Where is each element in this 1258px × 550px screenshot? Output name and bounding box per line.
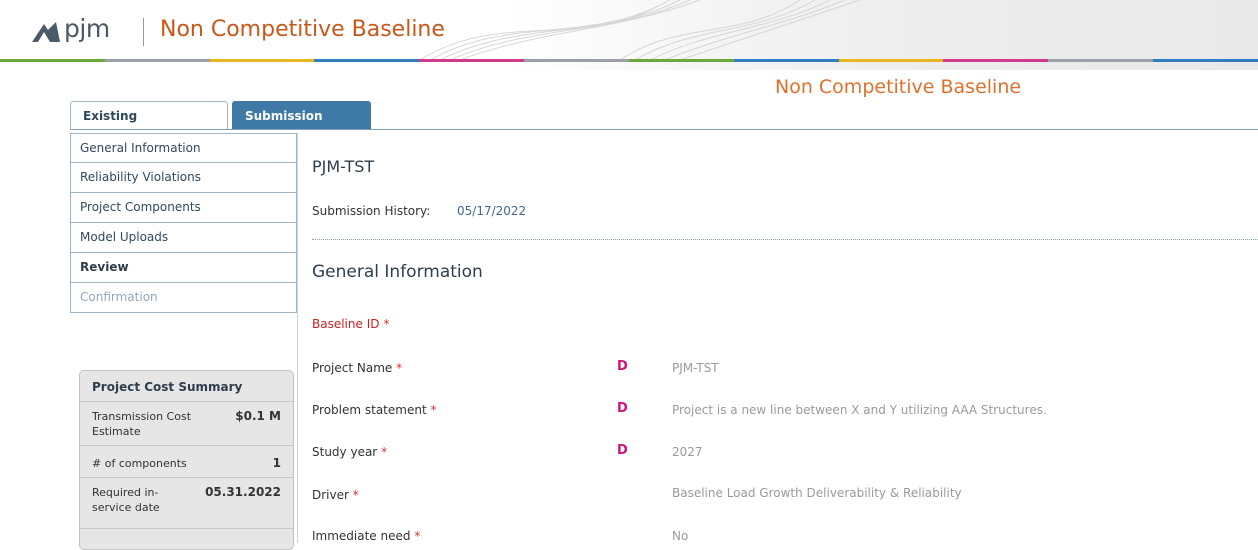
color-bar-segment — [733, 59, 839, 62]
required-mark: * — [383, 317, 390, 331]
field-label-immediate-need: Immediate need * — [312, 529, 420, 543]
field-label-text: Driver — [312, 488, 349, 502]
field-value-study-year: 2027 — [672, 445, 703, 459]
required-mark: * — [381, 445, 388, 459]
tab-submission-form[interactable]: Submission Form — [232, 101, 371, 151]
field-value-driver: Baseline Load Growth Deliverability & Re… — [672, 486, 962, 500]
color-bar-segment — [628, 59, 734, 62]
section-separator — [312, 239, 1258, 240]
submission-history-label: Submission History: — [312, 204, 431, 218]
cost-label: Required in-service date — [92, 486, 160, 514]
required-mark: * — [352, 488, 359, 502]
cost-summary-title: Project Cost Summary — [92, 380, 243, 394]
nav-item-reliability-violations[interactable]: Reliability Violations — [70, 163, 297, 193]
field-label-text: Project Name — [312, 361, 393, 375]
nav-item-review[interactable]: Review — [70, 253, 297, 283]
submission-history-date[interactable]: 05/17/2022 — [457, 204, 526, 218]
project-title: PJM-TST — [312, 157, 375, 176]
field-label-text: Problem statement — [312, 403, 427, 417]
color-bar-segment — [104, 59, 210, 62]
header-color-bar — [0, 59, 1258, 62]
color-bar-segment — [0, 59, 105, 62]
pjm-logo-icon — [32, 22, 60, 42]
cost-value: $0.1 M — [235, 409, 281, 423]
section-title: General Information — [312, 262, 483, 282]
required-mark: * — [414, 529, 421, 543]
nav-item-general-information[interactable]: General Information — [70, 133, 297, 163]
tab-existing-submissions[interactable]: Existing Submissions — [70, 101, 228, 151]
side-nav: General Information Reliability Violatio… — [70, 133, 297, 313]
field-label-text: Immediate need — [312, 529, 411, 543]
content-divider — [297, 133, 298, 543]
header-title: Non Competitive Baseline — [160, 17, 445, 42]
color-bar-segment — [314, 59, 420, 62]
color-bar-segment — [1048, 59, 1154, 62]
cost-summary-divider — [80, 528, 293, 529]
field-label-baseline-id: Baseline ID * — [312, 317, 389, 331]
cost-value: 1 — [272, 456, 281, 470]
field-label-problem-statement: Problem statement * — [312, 403, 436, 417]
nav-item-project-components[interactable]: Project Components — [70, 193, 297, 223]
field-marker-d: D — [617, 401, 628, 416]
field-label-project-name: Project Name * — [312, 361, 402, 375]
field-label-text: Baseline ID — [312, 317, 380, 331]
cost-row-transmission: Transmission Cost Estimate $0.1 M — [80, 401, 293, 446]
field-label-text: Study year — [312, 445, 378, 459]
header-divider — [143, 18, 144, 46]
required-mark: * — [430, 403, 437, 417]
project-cost-summary: Project Cost Summary Transmission Cost E… — [79, 370, 294, 550]
cost-row-service-date: Required in-service date 05.31.2022 — [80, 477, 293, 528]
cost-label: Transmission Cost Estimate — [92, 410, 192, 438]
tab-underline — [70, 129, 1258, 130]
nav-item-model-uploads[interactable]: Model Uploads — [70, 223, 297, 253]
header-wave-decoration — [420, 0, 861, 60]
required-mark: * — [396, 361, 403, 375]
field-value-project-name: PJM-TST — [672, 361, 719, 375]
cost-value: 05.31.2022 — [205, 485, 281, 499]
color-bar-segment — [838, 59, 944, 62]
cost-row-components: # of components 1 — [80, 445, 293, 478]
page-heading: Non Competitive Baseline — [775, 76, 1022, 98]
field-marker-d: D — [617, 359, 628, 374]
cost-label: # of components — [92, 457, 187, 470]
logo-text: pjm — [64, 14, 110, 43]
nav-item-confirmation: Confirmation — [70, 283, 297, 313]
color-bar-segment — [524, 59, 629, 62]
field-value-problem-statement: Project is a new line between X and Y ut… — [672, 403, 1047, 417]
field-marker-d: D — [617, 443, 628, 458]
color-bar-segment — [1153, 59, 1258, 62]
field-value-immediate-need: No — [672, 529, 689, 543]
color-bar-segment — [209, 59, 315, 62]
color-bar-segment — [943, 59, 1049, 62]
field-label-study-year: Study year * — [312, 445, 387, 459]
app-header: pjm Non Competitive Baseline — [0, 0, 1258, 70]
field-label-driver: Driver * — [312, 488, 359, 502]
color-bar-segment — [419, 59, 525, 62]
